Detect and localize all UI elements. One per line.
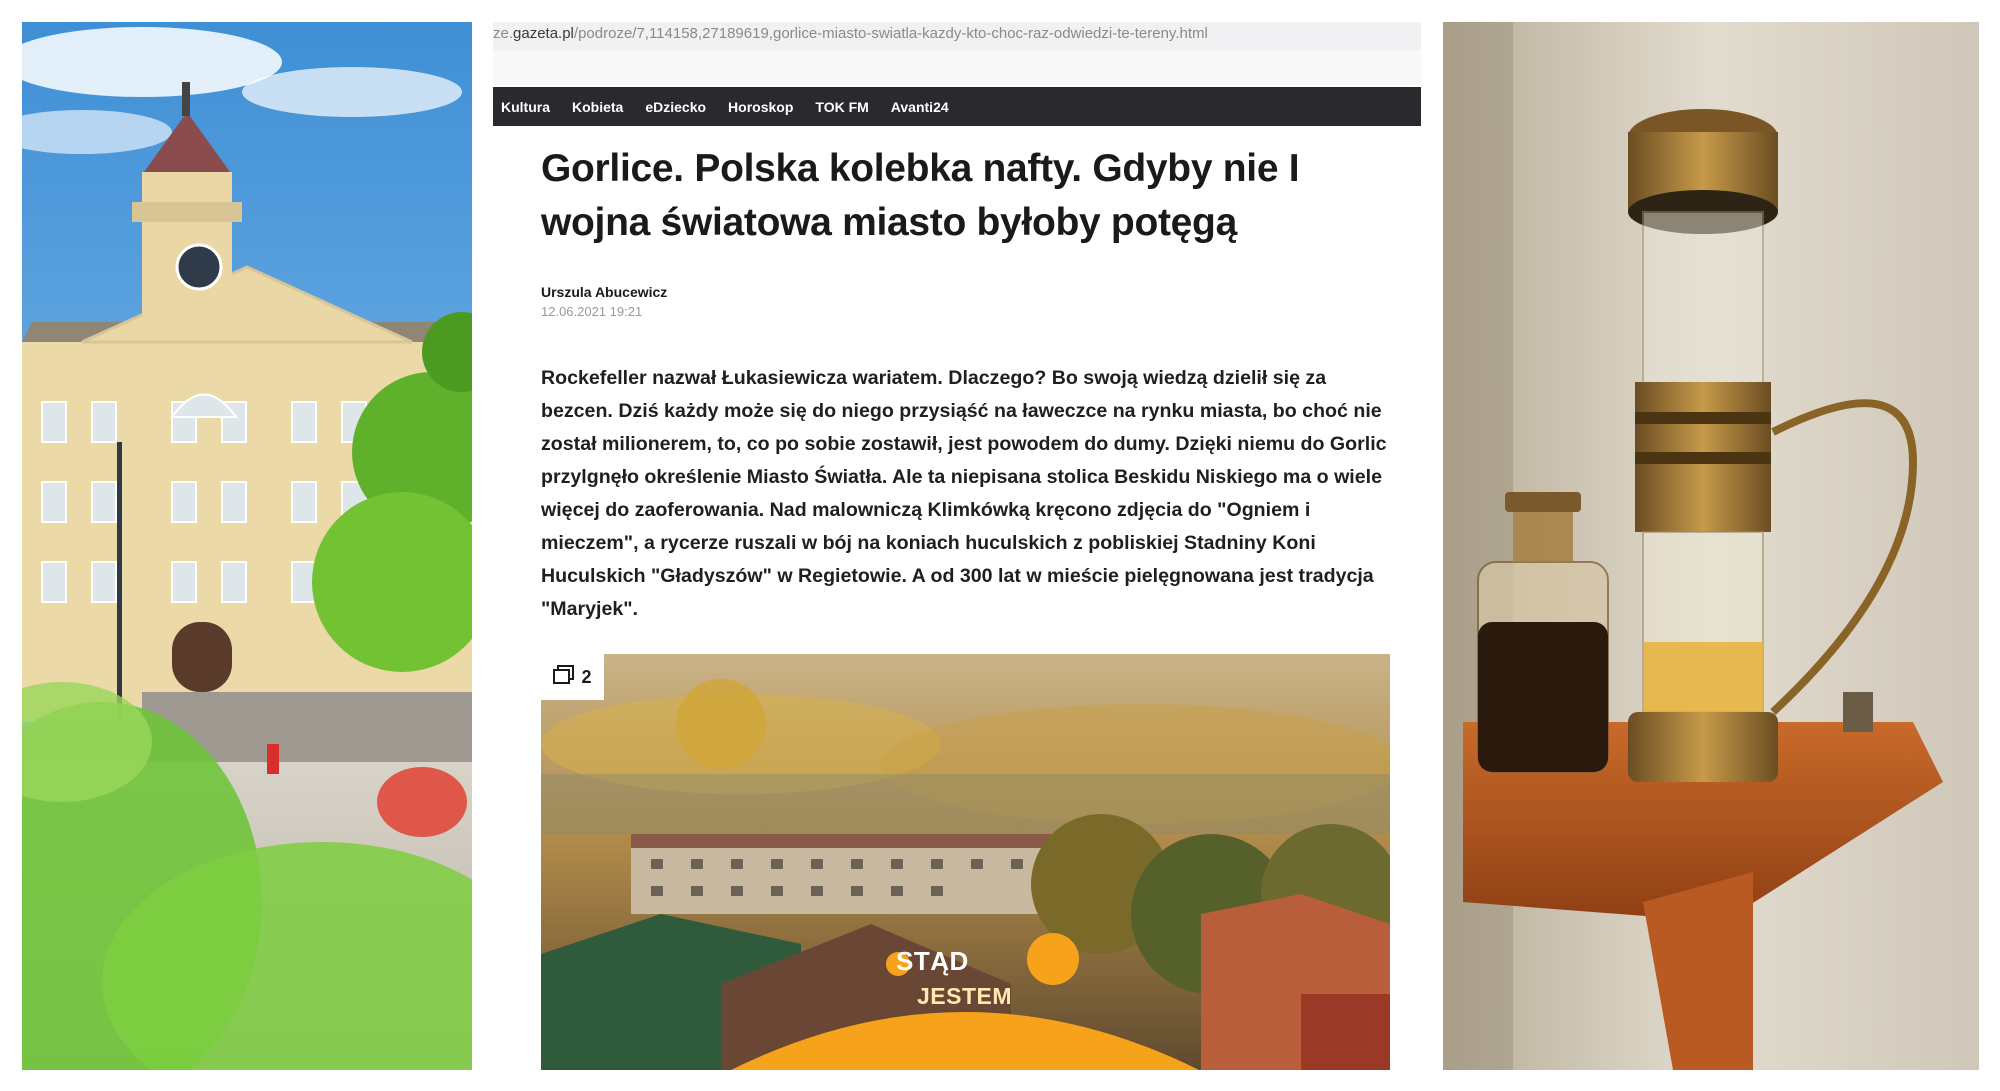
url-prefix: ze. [493,25,514,42]
article-title: Gorlice. Polska kolebka nafty. Gdyby nie… [541,147,1300,244]
nav-item-avanti24[interactable]: Avanti24 [891,99,949,115]
town-hall-photo [22,22,472,1070]
article-main-image[interactable]: 2 STĄD JESTEM [541,654,1390,1070]
article-date: 12.06.2021 19:21 [541,304,643,319]
nav-item-horoskop[interactable]: Horoskop [728,99,793,115]
url-domain: gazeta.pl [513,25,574,42]
gallery-icon [553,664,575,690]
article-screenshot: ze.gazeta.pl/podroze/7,114158,27189619,g… [493,22,1421,1070]
site-nav: Kultura Kobieta eDziecko Horoskop TOK FM… [493,87,1421,126]
nav-item-tokfm[interactable]: TOK FM [815,99,868,115]
overlay-title-line1: STĄD [896,946,969,976]
toolbar-strip [493,50,1421,85]
oil-lamp-photo [1443,22,1979,1070]
overlay-title-line2: JESTEM [917,983,1013,1009]
url-path: /podroze/7,114158,27189619,gorlice-miast… [573,25,1208,42]
gallery-count: 2 [581,666,592,687]
nav-item-kobieta[interactable]: Kobieta [572,99,623,115]
gallery-count-badge[interactable]: 2 [541,654,604,700]
article-lead: Rockefeller nazwał Łukasiewicza wariatem… [541,367,1387,620]
article-author[interactable]: Urszula Abucewicz [541,284,667,300]
nav-item-kultura[interactable]: Kultura [501,99,550,115]
nav-item-edziecko[interactable]: eDziecko [645,99,706,115]
address-bar[interactable]: ze.gazeta.pl/podroze/7,114158,27189619,g… [493,22,1421,50]
